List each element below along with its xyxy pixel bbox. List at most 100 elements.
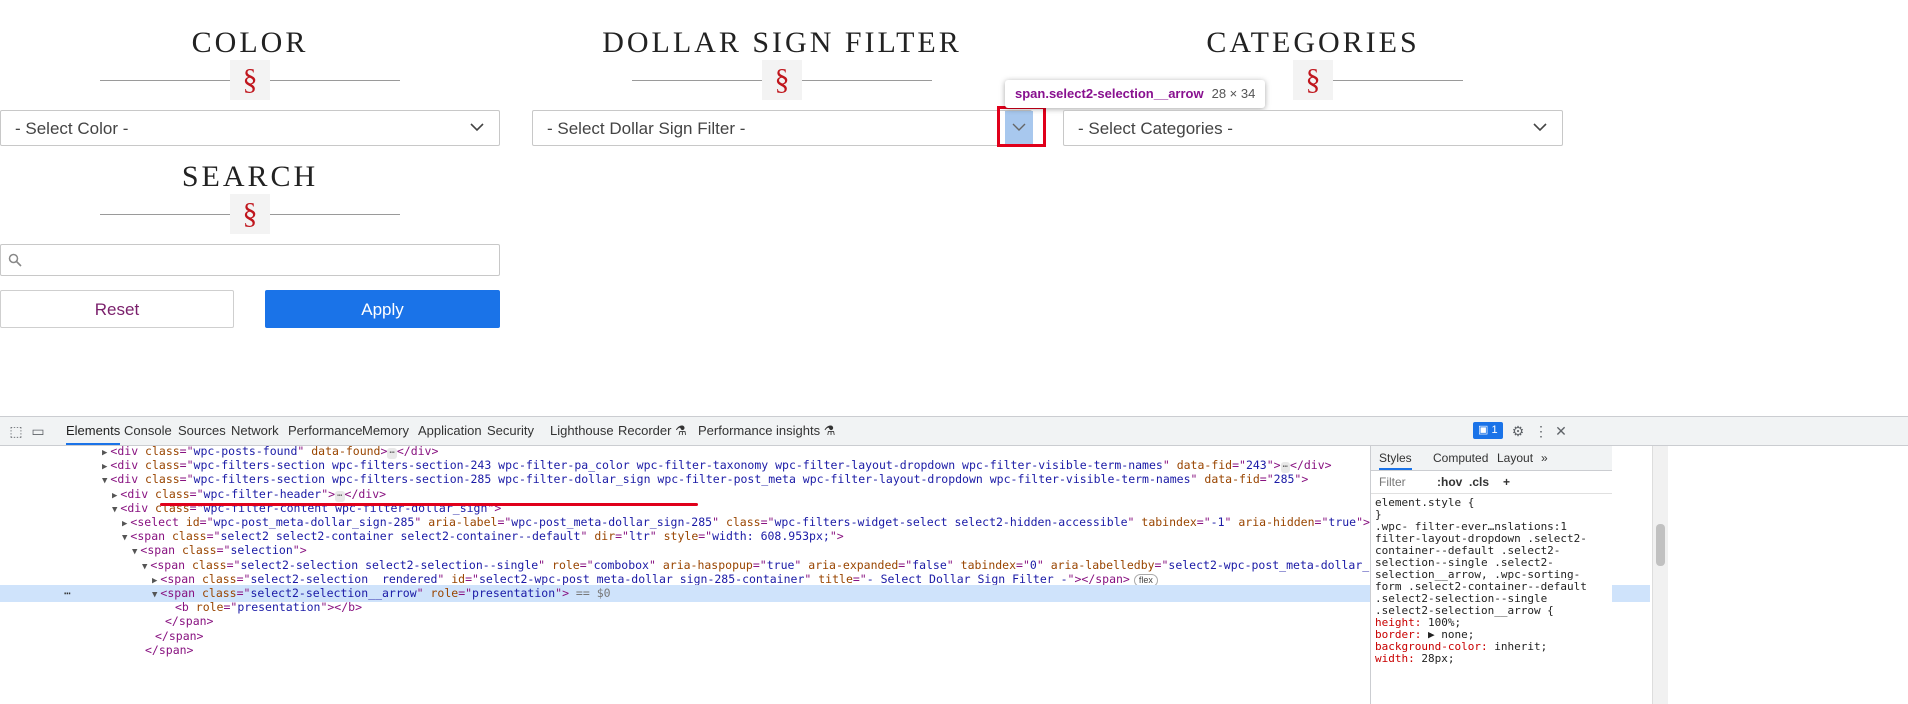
tab-sources[interactable]: Sources	[178, 417, 226, 445]
dom-token: "	[1224, 515, 1239, 529]
dom-token: "	[648, 557, 663, 572]
more-icon[interactable]: ⋯	[64, 585, 71, 602]
dom-token: ltr	[628, 529, 650, 544]
tab-console[interactable]: Console	[124, 417, 172, 445]
dom-token: class	[201, 586, 237, 600]
dom-token: "	[1127, 515, 1142, 529]
tab-application[interactable]: Application	[418, 417, 482, 445]
dom-token: data-found	[311, 446, 381, 458]
styles-filter[interactable]: Filter :hov .cls +	[1371, 471, 1612, 494]
dom-token: ="	[236, 586, 251, 600]
dom-token: "	[1036, 557, 1051, 572]
dom-token: ="	[1016, 557, 1030, 572]
dom-token: ="	[236, 571, 251, 586]
dom-token: <span	[130, 529, 172, 544]
tab-security[interactable]: Security	[487, 417, 534, 445]
dom-token: >	[380, 446, 388, 458]
categories-select[interactable]: - Select Categories -	[1063, 110, 1563, 146]
add-rule-icon[interactable]: +	[1503, 471, 1510, 493]
reset-button[interactable]: Reset	[0, 290, 234, 328]
gear-icon[interactable]: ⚙	[1510, 423, 1526, 439]
dom-token: "	[580, 529, 595, 544]
dom-token: ">	[321, 486, 336, 501]
inspect-element-icon[interactable]: ⬚	[8, 423, 24, 439]
elements-scrollbar[interactable]	[1652, 446, 1668, 704]
collapse-triangle-icon[interactable]: ▼	[112, 505, 117, 515]
categories-select-placeholder: - Select Categories -	[1078, 119, 1233, 138]
tab-styles[interactable]: Styles	[1379, 446, 1412, 470]
styles-filter-input[interactable]: Filter	[1379, 471, 1406, 493]
issues-badge[interactable]: ▣ 1	[1473, 422, 1503, 439]
flask-icon: ⚗	[823, 423, 836, 438]
tab-recorder[interactable]: Recorder ⚗	[618, 417, 687, 445]
dom-token: ="	[752, 557, 767, 572]
dom-token: ">	[1067, 571, 1082, 586]
dom-token: <div	[120, 486, 156, 501]
dom-token: ="	[698, 529, 713, 544]
dom-token: id	[185, 515, 200, 529]
collapse-triangle-icon[interactable]: ▼	[142, 562, 147, 572]
more-options-icon[interactable]: ⋮	[1533, 423, 1549, 439]
dom-token: <div	[110, 458, 146, 473]
dom-token: tabindex	[1141, 515, 1197, 529]
collapse-triangle-icon[interactable]: ▼	[152, 590, 157, 600]
hov-toggle[interactable]: :hov	[1437, 471, 1462, 493]
inspect-tooltip: span.select2-selection__arrow 28 × 34	[1005, 80, 1266, 108]
tab-memory[interactable]: Memory	[362, 417, 409, 445]
apply-button[interactable]: Apply	[265, 290, 500, 328]
tab-performance-insights-label: Performance insights	[698, 423, 821, 438]
dom-token: 285	[1273, 472, 1295, 487]
scrollbar-thumb[interactable]	[1656, 524, 1665, 566]
dom-token: ">	[320, 600, 335, 615]
dom-token: select2-selection__rendered	[250, 571, 438, 586]
tooltip-size: 28 × 34	[1211, 86, 1256, 101]
tab-computed[interactable]: Computed	[1433, 446, 1488, 470]
chevron-down-icon[interactable]	[463, 111, 491, 145]
search-heading: SEARCH	[181, 160, 319, 193]
dom-token: wpc-post_meta-dollar_sign-285	[511, 515, 713, 529]
collapse-triangle-icon[interactable]: ▼	[132, 547, 137, 557]
dom-token: <b	[175, 600, 196, 615]
dom-token: data-fid	[1176, 458, 1233, 473]
cls-toggle[interactable]: .cls	[1469, 471, 1489, 493]
search-input[interactable]	[0, 244, 500, 276]
tab-performance-insights[interactable]: Performance insights ⚗	[698, 417, 835, 445]
dom-token: "	[649, 529, 664, 544]
tab-performance[interactable]: Performance	[288, 417, 362, 445]
dom-token: aria-label	[428, 515, 498, 529]
dom-token: ="	[179, 472, 194, 487]
dom-token: class	[181, 543, 217, 558]
device-toolbar-icon[interactable]: ▭	[30, 423, 46, 439]
dom-token: "	[1162, 458, 1177, 473]
dollar-sign-filter-select[interactable]: - Select Dollar Sign Filter -	[532, 110, 1033, 146]
highlight-box	[997, 106, 1046, 147]
dom-token: ">	[555, 586, 569, 600]
dom-token: <div	[110, 446, 146, 458]
chevron-down-icon[interactable]	[1526, 111, 1554, 145]
dom-token: "	[416, 586, 431, 600]
color-divider-right	[267, 80, 400, 81]
dom-token: false	[912, 557, 947, 572]
dom-token: wpc-posts-found	[193, 446, 298, 458]
tooltip-selector: span.select2-selection__arrow	[1015, 86, 1204, 101]
close-icon[interactable]: ✕	[1553, 423, 1569, 439]
dom-token: <div	[110, 472, 146, 487]
color-select[interactable]: - Select Color -	[0, 110, 500, 146]
styles-pane-tabs: Styles Computed Layout »	[1371, 446, 1612, 471]
dom-token: class	[145, 446, 180, 458]
dom-token: ">	[1266, 458, 1281, 473]
tab-lighthouse[interactable]: Lighthouse	[550, 417, 614, 445]
more-tabs-icon[interactable]: »	[1541, 446, 1548, 470]
dollar-divider-right	[799, 80, 932, 81]
dom-token: style	[663, 529, 699, 544]
collapse-triangle-icon[interactable]: ▼	[102, 476, 107, 486]
tab-elements[interactable]: Elements	[66, 417, 121, 445]
styles-pane: Styles Computed Layout » Filter :hov .cl…	[1370, 446, 1612, 704]
tab-layout[interactable]: Layout	[1497, 446, 1533, 470]
dom-token: </span>	[145, 642, 194, 657]
tab-network[interactable]: Network	[231, 417, 279, 445]
dom-token: - Select Dollar Sign Filter -	[866, 571, 1068, 586]
dom-token: class	[201, 571, 237, 586]
dollar-sign-filter-placeholder: - Select Dollar Sign Filter -	[547, 119, 746, 138]
collapse-triangle-icon[interactable]: ▼	[122, 533, 127, 543]
